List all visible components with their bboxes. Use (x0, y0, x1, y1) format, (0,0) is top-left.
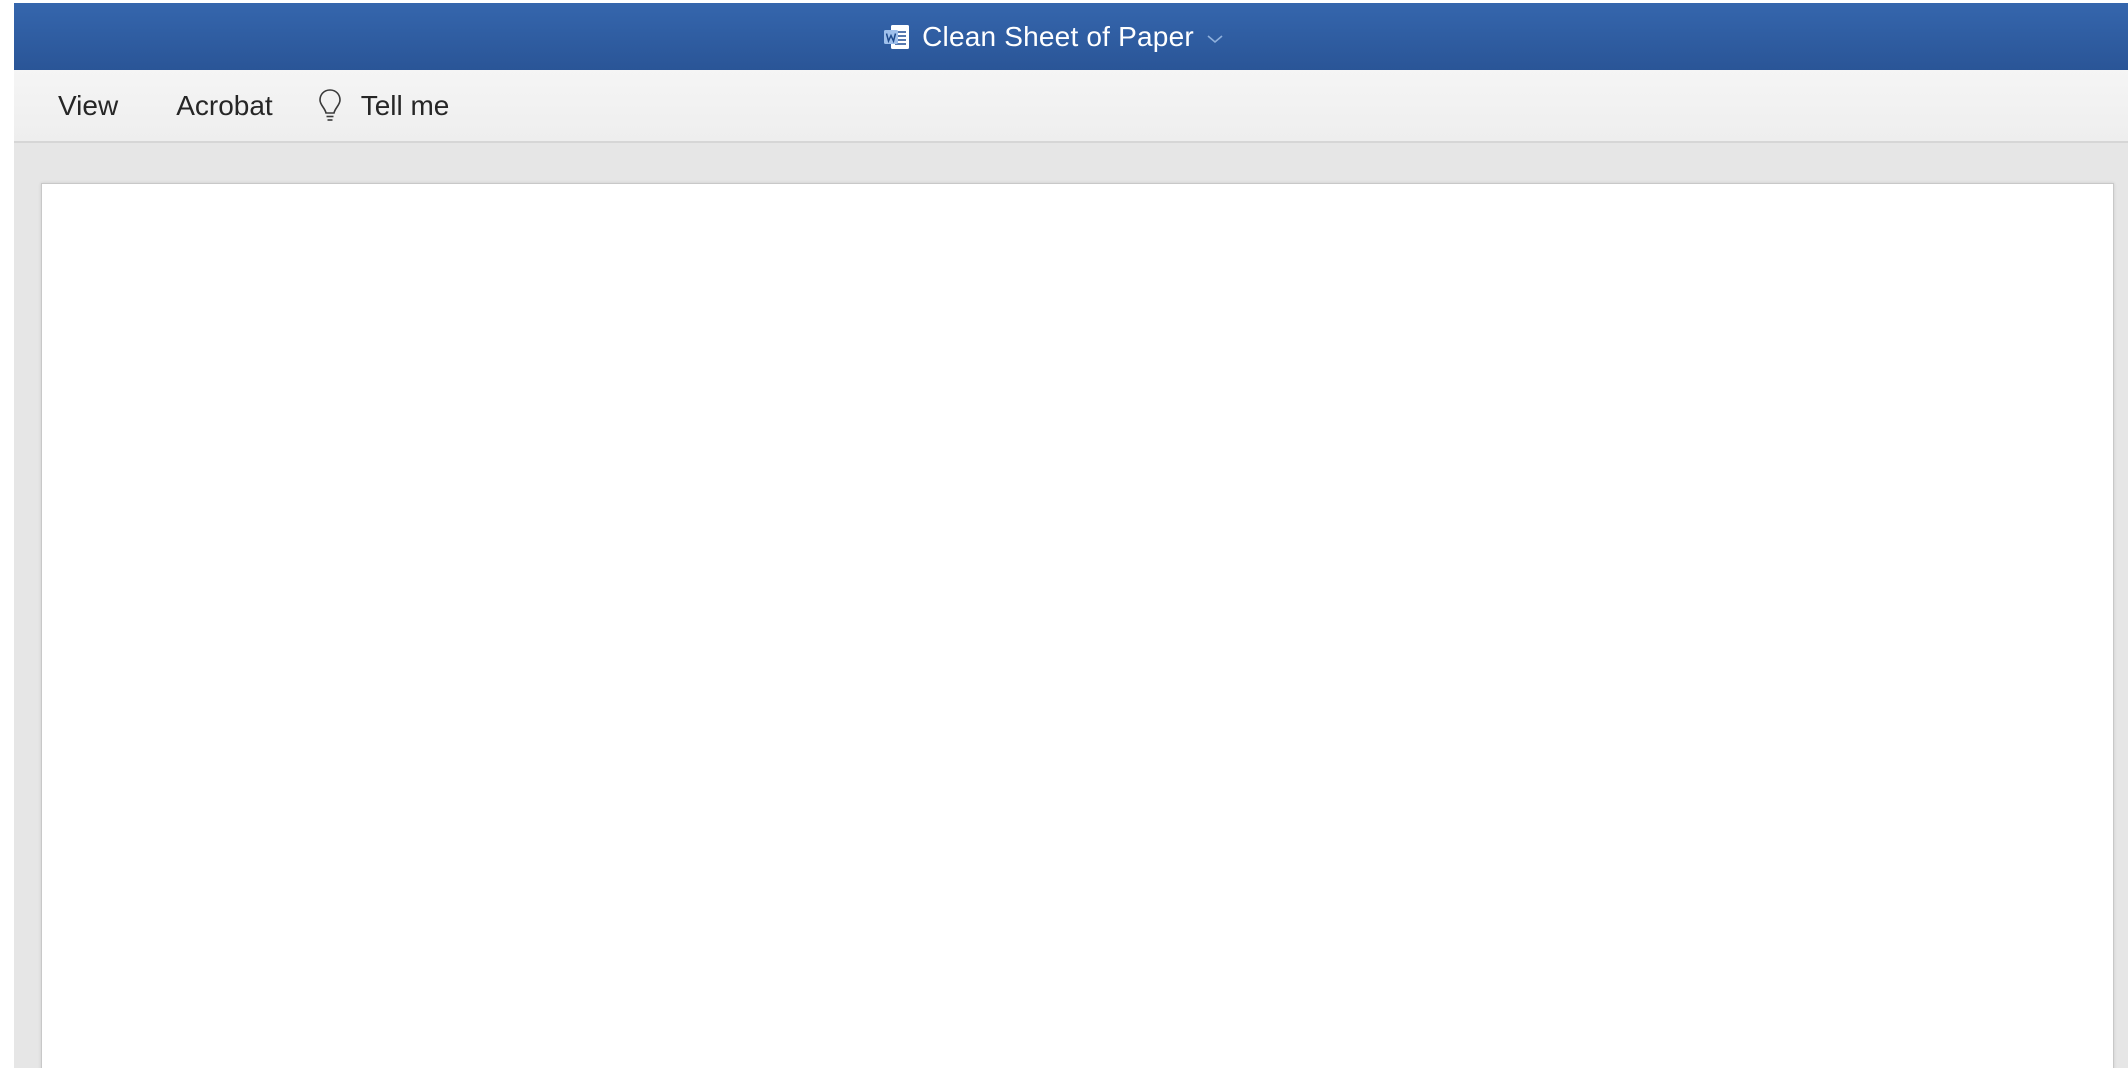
word-window: Clean Sheet of Paper View Acrobat Tell m… (14, 3, 2128, 1068)
tell-me-search[interactable]: Tell me (317, 87, 454, 125)
chevron-down-icon[interactable] (1206, 32, 1224, 44)
lightbulb-icon (317, 87, 343, 125)
tell-me-label: Tell me (360, 89, 450, 121)
document-title: Clean Sheet of Paper (922, 20, 1194, 52)
ribbon-tab-bar: View Acrobat Tell me (14, 70, 2128, 143)
document-title-button[interactable]: Clean Sheet of Paper (882, 21, 1224, 53)
document-page[interactable] (41, 183, 2114, 1068)
title-bar: Clean Sheet of Paper (14, 3, 2128, 70)
tab-view[interactable]: View (54, 90, 122, 122)
word-document-icon (882, 22, 912, 52)
tab-acrobat[interactable]: Acrobat (172, 90, 277, 122)
document-canvas (14, 143, 2128, 1068)
